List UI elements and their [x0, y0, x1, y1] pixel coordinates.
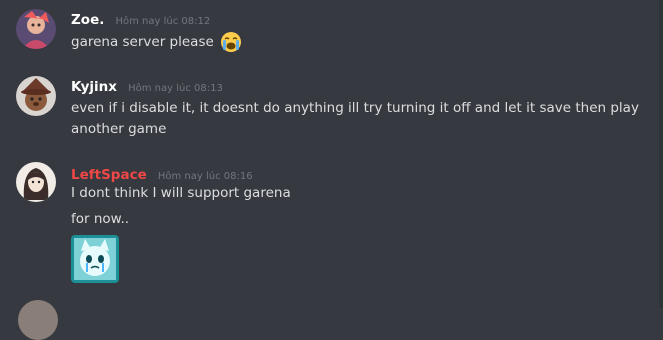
timestamp: Hôm nay lúc 08:12	[115, 16, 211, 27]
message-line: even if i disable it, it doesnt do anyth…	[71, 100, 639, 116]
username[interactable]: LeftSpace	[71, 167, 147, 183]
timestamp: Hôm nay lúc 08:16	[157, 171, 253, 182]
loudly-crying-face-icon[interactable]	[220, 31, 242, 53]
message-zoe: Zoe. Hôm nay lúc 08:12 garena server ple…	[0, 0, 663, 60]
avatar-zoe[interactable]	[16, 9, 56, 49]
message-line: I dont think I will support garena	[71, 185, 291, 201]
message-kyjinx: Kyjinx Hôm nay lúc 08:13 even if i disab…	[0, 72, 663, 142]
crying-cat-sticker-icon[interactable]	[71, 235, 119, 283]
message-text: garena server please	[71, 31, 242, 53]
avatar-image	[16, 162, 56, 202]
avatar-next-message[interactable]	[18, 300, 58, 340]
message-header: Kyjinx Hôm nay lúc 08:13	[71, 76, 223, 95]
message-line: for now..	[71, 211, 130, 227]
username[interactable]: Kyjinx	[71, 79, 117, 95]
timestamp: Hôm nay lúc 08:13	[128, 83, 223, 94]
avatar-image	[16, 76, 56, 116]
avatar-leftspace[interactable]	[16, 162, 56, 202]
scrollbar[interactable]	[659, 0, 663, 308]
avatar-image	[16, 9, 56, 49]
message-line: garena server please	[71, 34, 214, 50]
username[interactable]: Zoe.	[71, 12, 104, 28]
avatar-kyjinx[interactable]	[16, 76, 56, 116]
message-header: LeftSpace Hôm nay lúc 08:16	[71, 164, 253, 183]
message-line: another game	[71, 121, 167, 137]
message-header: Zoe. Hôm nay lúc 08:12	[71, 9, 210, 28]
